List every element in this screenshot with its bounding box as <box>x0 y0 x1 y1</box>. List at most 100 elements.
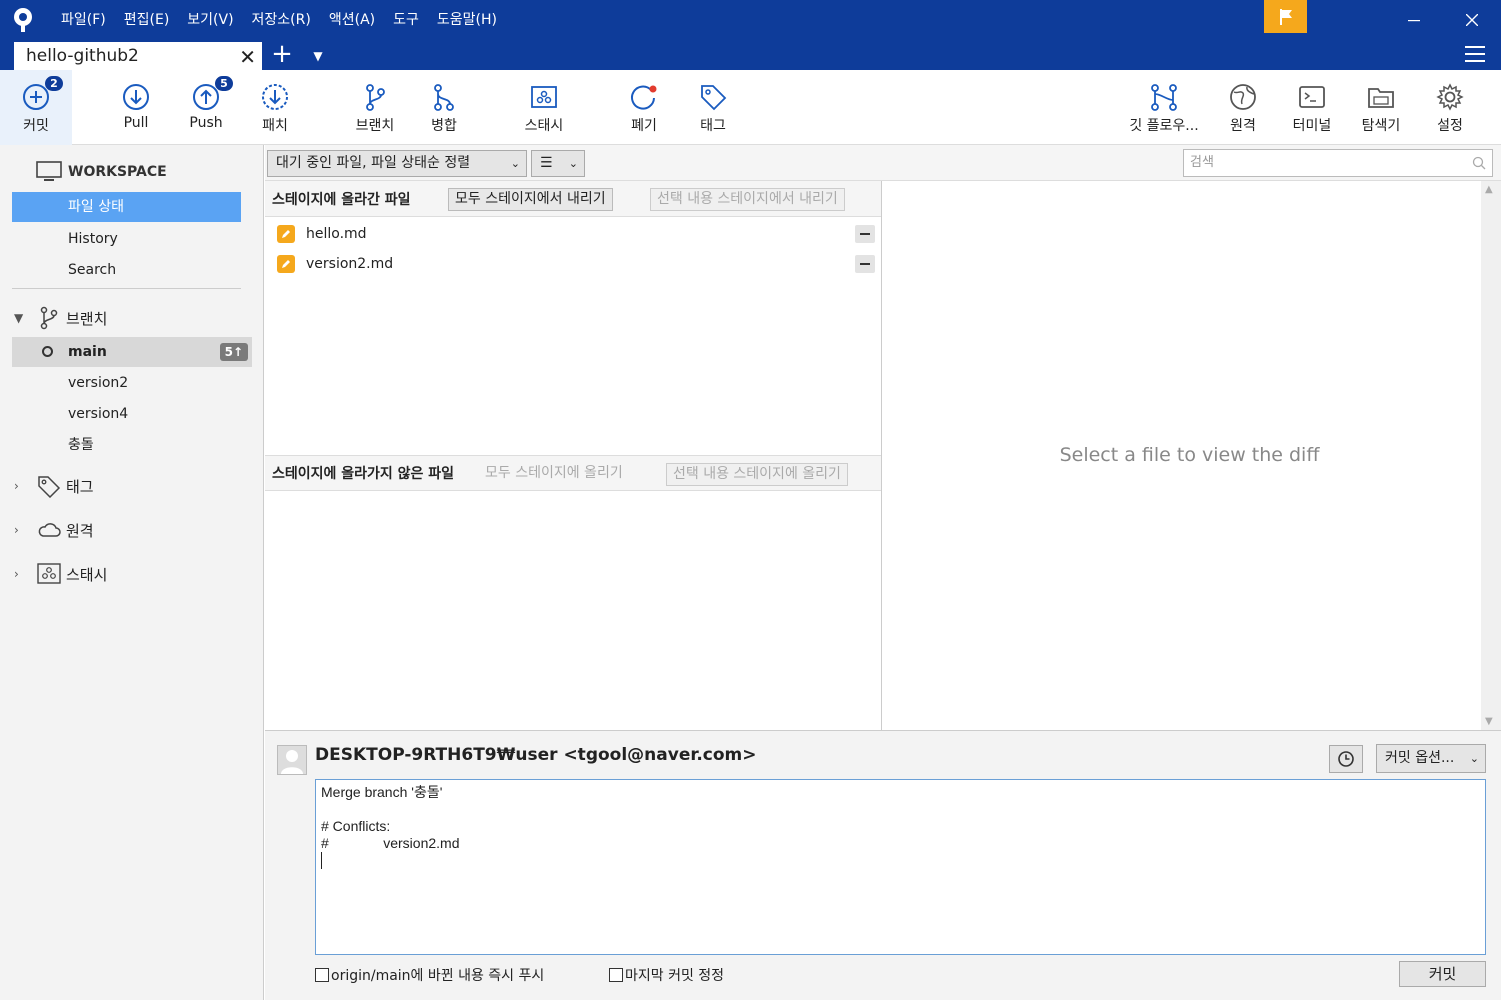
fetch-button[interactable]: 패치 <box>246 70 304 145</box>
discard-label: 폐기 <box>631 118 657 134</box>
flag-icon <box>1279 8 1292 25</box>
commit-tool-label: 커밋 <box>23 118 49 134</box>
unstage-selected-button[interactable]: 선택 내용 스테이지에서 내리기 <box>650 188 845 211</box>
menu-file[interactable]: 파일(F) <box>52 0 115 40</box>
push-label: Push <box>189 115 223 131</box>
commit-message-input[interactable]: Merge branch '충돌' # Conflicts: # version… <box>315 779 1486 955</box>
menu-help[interactable]: 도움말(H) <box>428 0 506 40</box>
commit-history-button[interactable] <box>1329 745 1363 773</box>
menu-edit[interactable]: 편집(E) <box>115 0 179 40</box>
cloud-icon <box>36 517 62 543</box>
tag-icon <box>36 473 62 499</box>
tags-group-header[interactable]: › 태그 <box>14 471 94 501</box>
stash-icon <box>36 561 62 587</box>
menu-bar: 파일(F) 편집(E) 보기(V) 저장소(R) 액션(A) 도구 도움말(H) <box>52 0 506 40</box>
branch-item-version2[interactable]: version2 <box>12 368 241 398</box>
explorer-label: 탐색기 <box>1361 118 1401 134</box>
branches-group-header[interactable]: ▼ 브랜치 <box>14 303 107 333</box>
close-tab-icon[interactable]: ✕ <box>239 45 256 69</box>
menu-repository[interactable]: 저장소(R) <box>243 0 320 40</box>
explorer-button[interactable]: 탐색기 <box>1352 70 1410 145</box>
staged-files-header: 스테이지에 올라간 파일 모두 스테이지에서 내리기 선택 내용 스테이지에서 … <box>265 181 881 217</box>
remote-button[interactable]: 원격 <box>1214 70 1272 145</box>
view-mode-dropdown[interactable]: ☰ ⌄ <box>531 150 585 177</box>
merge-button[interactable]: 병합 <box>415 70 473 145</box>
current-branch-icon <box>42 346 53 357</box>
stash-button[interactable]: 스태시 <box>510 70 578 145</box>
search-placeholder: 검색 <box>1190 155 1214 170</box>
push-badge: 5 <box>215 76 233 91</box>
gear-icon <box>1435 82 1465 112</box>
push-button[interactable]: 5 Push <box>177 70 235 145</box>
sidebar-item-file-status[interactable]: 파일 상태 <box>12 192 241 222</box>
unstage-file-button[interactable] <box>855 255 875 273</box>
tab-hello-github2[interactable]: hello-github2 ✕ <box>14 42 262 70</box>
remotes-label: 원격 <box>66 521 94 540</box>
commit-message-line: # version2.md <box>321 835 460 851</box>
branch-label: 브랜치 <box>355 118 395 134</box>
hamburger-menu-icon[interactable] <box>1465 46 1485 62</box>
folder-icon <box>1366 82 1396 112</box>
tab-dropdown-icon[interactable]: ▼ <box>306 40 330 70</box>
unstage-all-button[interactable]: 모두 스테이지에서 내리기 <box>448 188 613 211</box>
fetch-label: 패치 <box>262 118 288 134</box>
close-window-button[interactable] <box>1443 0 1501 40</box>
file-name: version2.md <box>306 256 394 272</box>
stashes-group-header[interactable]: › 스태시 <box>14 559 107 589</box>
push-icon: 5 <box>191 76 233 112</box>
stage-selected-button[interactable]: 선택 내용 스테이지에 올리기 <box>666 463 848 486</box>
diff-scrollbar[interactable]: ▲ ▼ <box>1481 181 1501 730</box>
push-immediately-checkbox[interactable]: origin/main에 바뀐 내용 즉시 푸시 <box>315 965 544 985</box>
chevron-right-icon: › <box>14 523 19 537</box>
file-name: hello.md <box>306 226 367 242</box>
branch-button[interactable]: 브랜치 <box>345 70 405 145</box>
settings-button[interactable]: 설정 <box>1421 70 1479 145</box>
flag-button[interactable] <box>1264 0 1307 33</box>
merge-label: 병합 <box>431 118 457 134</box>
unstage-file-button[interactable] <box>855 225 875 243</box>
commit-options-dropdown[interactable]: 커밋 옵션... ⌄ <box>1376 744 1486 773</box>
search-input[interactable]: 검색 <box>1183 149 1493 177</box>
list-item[interactable]: version2.md <box>265 249 881 279</box>
sort-dropdown[interactable]: 대기 중인 파일, 파일 상태순 정렬 ⌄ <box>267 150 527 177</box>
menu-tools[interactable]: 도구 <box>384 0 428 40</box>
sidebar-item-history[interactable]: History <box>12 224 241 254</box>
pull-icon <box>121 82 151 112</box>
commit-button[interactable]: 커밋 <box>1399 961 1486 987</box>
tag-button[interactable]: 태그 <box>684 70 742 145</box>
new-tab-button[interactable]: + <box>268 40 296 70</box>
scroll-up-icon[interactable]: ▲ <box>1485 184 1493 195</box>
commit-message-line <box>321 801 1480 818</box>
list-view-icon: ☰ <box>540 155 553 171</box>
menu-actions[interactable]: 액션(A) <box>320 0 384 40</box>
remotes-group-header[interactable]: › 원격 <box>14 515 94 545</box>
chevron-right-icon: › <box>14 479 19 493</box>
commit-author: DESKTOP-9RTH6T9₩user <tgool@naver.com> <box>315 745 757 765</box>
commit-badge: 2 <box>45 76 63 91</box>
discard-button[interactable]: 폐기 <box>615 70 673 145</box>
stage-all-button[interactable]: 모두 스테이지에 올리기 <box>483 463 625 486</box>
branch-item-version4[interactable]: version4 <box>12 399 241 429</box>
maximize-button[interactable] <box>1385 0 1443 40</box>
search-icon <box>1472 156 1486 170</box>
push-immediately-label: origin/main에 바뀐 내용 즉시 푸시 <box>331 968 545 984</box>
branch-item-main[interactable]: main 5↑ <box>12 337 252 367</box>
git-flow-button[interactable]: 깃 플로우... <box>1122 70 1206 145</box>
commit-message-line: # Conflicts: <box>321 818 391 834</box>
unstaged-file-list <box>265 491 881 730</box>
commit-tool-button[interactable]: 2 커밋 <box>0 70 72 145</box>
diff-panel: Select a file to view the diff ▲ ▼ <box>882 181 1501 730</box>
terminal-button[interactable]: 터미널 <box>1283 70 1341 145</box>
menu-view[interactable]: 보기(V) <box>178 0 242 40</box>
terminal-label: 터미널 <box>1292 118 1332 134</box>
pull-button[interactable]: Pull <box>107 70 165 145</box>
toolbar: 2 커밋 Pull 5 Push 패치 브랜치 병합 스태시 폐기 태그 깃 플… <box>0 70 1501 145</box>
branch-item-conflict[interactable]: 충돌 <box>12 430 241 460</box>
chevron-down-icon: ⌄ <box>1469 752 1479 765</box>
git-flow-label: 깃 플로우... <box>1129 118 1199 134</box>
scroll-down-icon[interactable]: ▼ <box>1485 716 1493 727</box>
amend-commit-checkbox[interactable]: 마지막 커밋 정정 <box>609 965 724 985</box>
list-item[interactable]: hello.md <box>265 219 881 249</box>
checkbox-icon <box>315 968 329 982</box>
sidebar-item-search[interactable]: Search <box>12 255 241 285</box>
